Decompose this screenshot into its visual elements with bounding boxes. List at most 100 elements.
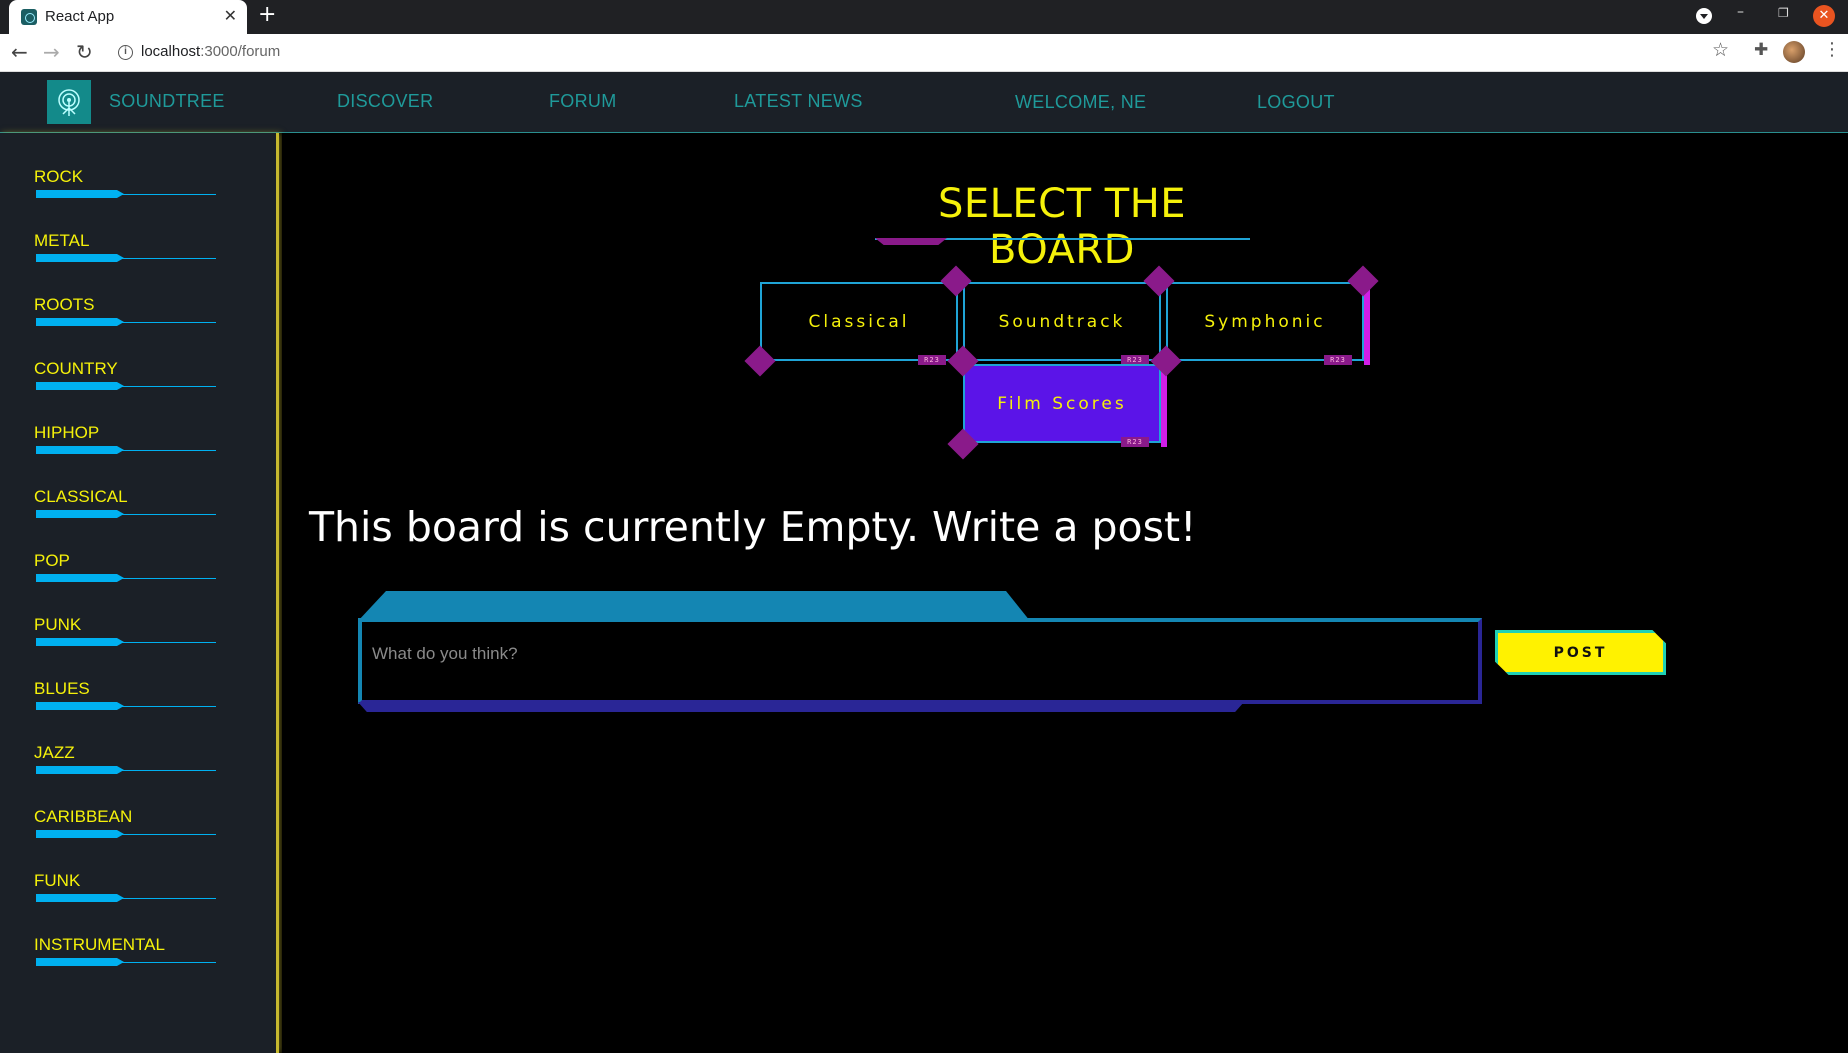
- nav-logout[interactable]: LOGOUT: [1257, 92, 1335, 113]
- url-host: localhost: [141, 43, 201, 60]
- sidebar-item-metal[interactable]: METAL: [34, 231, 216, 271]
- back-arrow-icon[interactable]: ←: [11, 40, 28, 64]
- empty-board-message: This board is currently Empty. Write a p…: [309, 503, 1197, 551]
- sidebar-item-pop[interactable]: POP: [34, 551, 216, 591]
- board-accent: [1161, 368, 1167, 447]
- welcome-user-text: WELCOME, NE: [1015, 92, 1147, 112]
- genre-bar: [36, 638, 124, 646]
- genre-bar: [36, 510, 124, 518]
- sidebar-item-label: METAL: [34, 231, 90, 250]
- board-tag: R23: [918, 355, 946, 365]
- board-button-symphonic[interactable]: Symphonic R23: [1166, 282, 1370, 365]
- nav-latest-news[interactable]: LATEST NEWS: [734, 91, 863, 112]
- genre-bar: [36, 382, 124, 390]
- tab-title: React App: [45, 8, 115, 25]
- genre-bar: [36, 446, 124, 454]
- sidebar-item-label: PUNK: [34, 615, 82, 634]
- sidebar-item-country[interactable]: COUNTRY: [34, 359, 216, 399]
- post-box-tab: [358, 591, 1030, 621]
- board-label: Soundtrack: [998, 311, 1126, 332]
- browser-tab[interactable]: React App ✕: [9, 0, 247, 34]
- genre-bar: [36, 958, 124, 966]
- genre-bar: [36, 830, 124, 838]
- url-field[interactable]: localhost:3000/forum: [141, 43, 280, 60]
- sidebar-item-label: CARIBBEAN: [34, 807, 133, 826]
- profile-avatar[interactable]: [1783, 41, 1805, 63]
- forum-main: SELECT THE BOARD Classical R23 Soundtrac…: [282, 133, 1848, 1053]
- site-info-icon[interactable]: i: [118, 45, 133, 60]
- close-window-icon[interactable]: ✕: [1813, 5, 1835, 27]
- sidebar-item-instrumental[interactable]: INSTRUMENTAL: [34, 935, 216, 975]
- genre-line: [122, 898, 216, 899]
- genre-bar: [36, 190, 124, 198]
- board-label: Classical: [808, 311, 910, 332]
- close-tab-icon[interactable]: ✕: [224, 6, 237, 25]
- post-composer: [358, 618, 1482, 704]
- board-tag: R23: [1324, 355, 1352, 365]
- sidebar-item-roots[interactable]: ROOTS: [34, 295, 216, 335]
- genre-line: [122, 322, 216, 323]
- board-label: Symphonic: [1204, 311, 1326, 332]
- sidebar-item-label: JAZZ: [34, 743, 75, 762]
- genre-bar: [36, 318, 124, 326]
- genre-bar: [36, 702, 124, 710]
- sidebar-item-label: ROCK: [34, 167, 84, 186]
- soundtree-logo-icon[interactable]: [47, 80, 91, 124]
- post-box-base: [358, 702, 1244, 712]
- minimize-icon[interactable]: –: [1737, 4, 1744, 20]
- genre-line: [122, 834, 216, 835]
- sidebar-item-label: CLASSICAL: [34, 487, 128, 506]
- genre-bar: [36, 894, 124, 902]
- sidebar-item-jazz[interactable]: JAZZ: [34, 743, 216, 783]
- genre-sidebar: ROCK METAL ROOTS COUNTRY HIPHOP CLASSICA…: [0, 133, 279, 1053]
- sidebar-item-label: BLUES: [34, 679, 90, 698]
- sidebar-item-punk[interactable]: PUNK: [34, 615, 216, 655]
- tab-search-icon[interactable]: [1696, 8, 1712, 24]
- sidebar-item-label: ROOTS: [34, 295, 95, 314]
- new-tab-button[interactable]: +: [258, 2, 276, 27]
- board-label: Film Scores: [997, 393, 1127, 414]
- genre-line: [122, 386, 216, 387]
- sidebar-item-label: COUNTRY: [34, 359, 118, 378]
- browser-tab-bar: React App ✕ + – ❐ ✕: [0, 0, 1848, 34]
- genre-line: [122, 514, 216, 515]
- nav-discover[interactable]: DISCOVER: [337, 91, 433, 112]
- genre-line: [122, 770, 216, 771]
- board-button-classical[interactable]: Classical R23: [760, 282, 958, 365]
- browser-address-bar: ← → ↻ i localhost:3000/forum ☆ ✚ ⋮: [0, 34, 1848, 72]
- bookmark-star-icon[interactable]: ☆: [1712, 39, 1729, 61]
- genre-bar: [36, 574, 124, 582]
- genre-line: [122, 450, 216, 451]
- board-button-film-scores[interactable]: Film Scores R23: [963, 364, 1167, 447]
- sidebar-item-funk[interactable]: FUNK: [34, 871, 216, 911]
- browser-menu-icon[interactable]: ⋮: [1823, 39, 1841, 60]
- app-header: SOUNDTREE DISCOVER FORUM LATEST NEWS WEL…: [0, 72, 1848, 133]
- title-accent: [875, 238, 947, 245]
- sidebar-item-blues[interactable]: BLUES: [34, 679, 216, 719]
- url-path: :3000/forum: [200, 43, 281, 60]
- forward-arrow-icon[interactable]: →: [43, 40, 60, 64]
- genre-line: [122, 194, 216, 195]
- reload-icon[interactable]: ↻: [76, 40, 93, 64]
- sidebar-item-label: POP: [34, 551, 70, 570]
- genre-line: [122, 578, 216, 579]
- sidebar-item-hiphop[interactable]: HIPHOP: [34, 423, 216, 463]
- page-title: SELECT THE BOARD: [937, 181, 1187, 273]
- sidebar-item-caribbean[interactable]: CARIBBEAN: [34, 807, 216, 847]
- post-input[interactable]: [372, 634, 1462, 674]
- extensions-puzzle-icon[interactable]: ✚: [1754, 40, 1768, 60]
- board-tag: R23: [1121, 437, 1149, 447]
- nav-brand-soundtree[interactable]: SOUNDTREE: [109, 91, 225, 112]
- genre-line: [122, 258, 216, 259]
- genre-bar: [36, 254, 124, 262]
- restore-icon[interactable]: ❐: [1778, 6, 1789, 20]
- post-button[interactable]: POST: [1495, 630, 1666, 675]
- genre-line: [122, 706, 216, 707]
- react-favicon-icon: [21, 9, 37, 25]
- sidebar-item-label: HIPHOP: [34, 423, 100, 442]
- sidebar-item-rock[interactable]: ROCK: [34, 167, 216, 207]
- sidebar-item-label: FUNK: [34, 871, 81, 890]
- sidebar-item-classical[interactable]: CLASSICAL: [34, 487, 216, 527]
- board-button-soundtrack[interactable]: Soundtrack R23: [963, 282, 1161, 365]
- nav-forum[interactable]: FORUM: [549, 91, 617, 112]
